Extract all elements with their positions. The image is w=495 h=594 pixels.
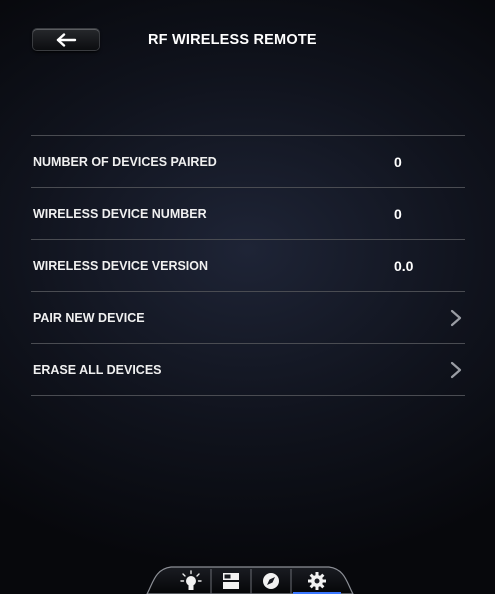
row-wireless-device-number: WIRELESS DEVICE NUMBER 0 (31, 187, 465, 239)
chevron-right-icon (450, 361, 462, 379)
row-label: NUMBER OF DEVICES PAIRED (33, 155, 217, 169)
erase-all-devices-button[interactable]: ERASE ALL DEVICES (31, 343, 465, 396)
row-label: WIRELESS DEVICE NUMBER (33, 207, 207, 221)
row-devices-paired: NUMBER OF DEVICES PAIRED 0 (31, 135, 465, 187)
gear-icon (308, 571, 326, 590)
compass-icon (263, 572, 279, 589)
lightbulb-icon (180, 569, 202, 590)
row-wireless-device-version: WIRELESS DEVICE VERSION 0.0 (31, 239, 465, 291)
layout-panels-icon (223, 572, 239, 589)
row-value: 0 (394, 154, 402, 170)
row-value: 0.0 (394, 258, 414, 274)
page-title: RF WIRELESS REMOTE (148, 32, 317, 48)
settings-list: NUMBER OF DEVICES PAIRED 0 WIRELESS DEVI… (31, 135, 465, 396)
arrow-left-icon (56, 32, 77, 47)
row-label: WIRELESS DEVICE VERSION (33, 259, 209, 273)
back-button[interactable] (33, 29, 99, 50)
bottom-tab-bar (145, 563, 355, 594)
pair-new-device-button[interactable]: PAIR NEW DEVICE (31, 291, 465, 343)
tab-settings[interactable] (299, 567, 335, 594)
row-label: PAIR NEW DEVICE (33, 311, 145, 325)
tab-layout[interactable] (213, 567, 249, 594)
row-label: ERASE ALL DEVICES (33, 363, 162, 377)
tab-lights[interactable] (173, 567, 209, 594)
chevron-right-icon (450, 309, 462, 327)
tab-navigation[interactable] (253, 567, 289, 594)
row-value: 0 (394, 206, 402, 222)
